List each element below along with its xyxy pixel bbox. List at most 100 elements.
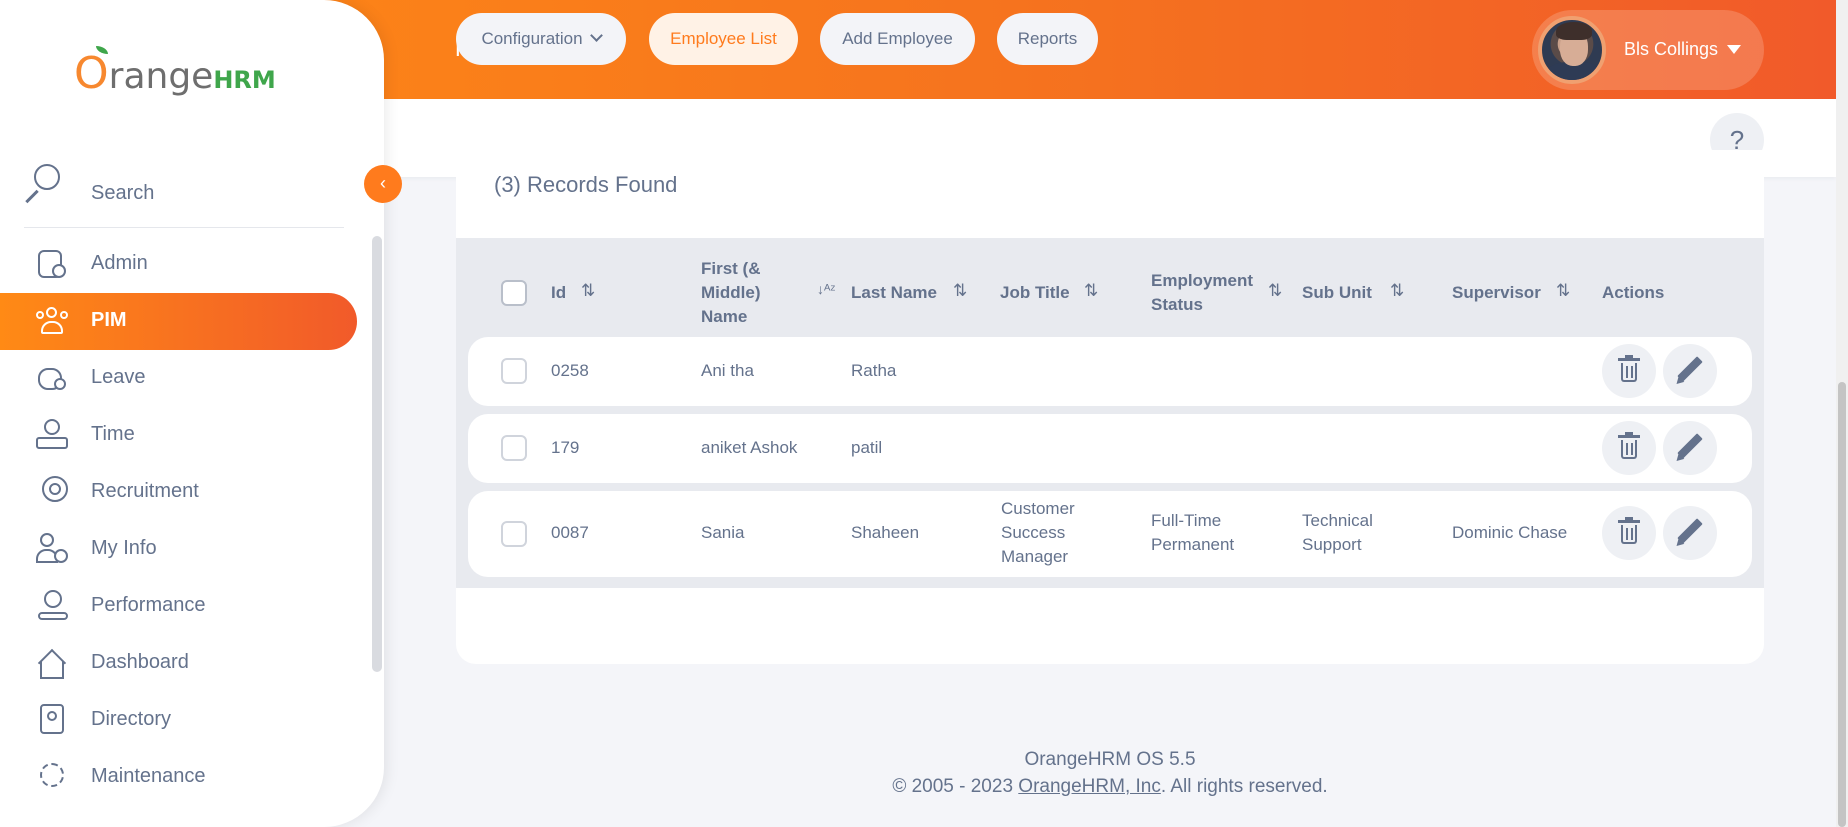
header-first-name-line2[interactable]: Middle) [701, 281, 761, 305]
collapse-sidebar-button[interactable]: ‹ [364, 165, 402, 203]
cell-employment-status-line2: Permanent [1151, 535, 1235, 554]
orangehrm-logo[interactable]: OrangeHRM [74, 46, 276, 99]
delete-button[interactable] [1602, 344, 1656, 398]
sidebar-item-admin[interactable]: Admin [0, 236, 357, 293]
cell-last-name: Ratha [851, 361, 897, 380]
caret-down-icon[interactable] [1727, 45, 1741, 54]
performance-icon [36, 590, 68, 622]
cell-last-name: Shaheen [851, 523, 920, 542]
row-checkbox[interactable] [501, 435, 527, 461]
copyright-prefix: © 2005 - 2023 [892, 776, 1019, 797]
sidebar-search[interactable]: Search [24, 160, 344, 228]
sidebar-item-recruitment[interactable]: Recruitment [0, 464, 357, 521]
maintenance-icon [36, 761, 68, 789]
nav-configuration[interactable]: Configuration [456, 13, 626, 65]
header-employment-status-line2[interactable]: Status [1151, 293, 1203, 317]
sort-icon[interactable]: ⇅ [1084, 281, 1098, 301]
cell-id: 179 [551, 438, 580, 457]
nav-add-employee[interactable]: Add Employee [820, 13, 975, 65]
sidebar-item-label: Performance [91, 594, 206, 616]
sort-az-icon[interactable]: ↓ᴬᶻ [817, 281, 835, 297]
leave-icon [36, 362, 68, 394]
logo-o: O [74, 48, 109, 99]
sort-icon[interactable]: ⇅ [953, 281, 967, 301]
logo-hrm: HRM [213, 66, 276, 94]
cell-sub-unit-line1: Technical [1302, 511, 1373, 530]
copyright-suffix: . All rights reserved. [1160, 776, 1328, 797]
sidebar-item-leave[interactable]: Leave [0, 350, 357, 407]
my-info-icon [36, 533, 68, 565]
sidebar-item-dashboard[interactable]: Dashboard [0, 635, 357, 692]
select-all-checkbox[interactable] [501, 280, 527, 306]
cell-id: 0087 [551, 523, 589, 542]
sidebar-item-label: Admin [91, 252, 148, 274]
cell-first-name: Sania [701, 523, 745, 542]
table-row[interactable] [468, 337, 1752, 406]
cell-supervisor: Dominic Chase [1452, 523, 1568, 542]
sidebar-item-label: PIM [91, 309, 127, 331]
home-icon [36, 647, 68, 679]
sidebar-item-my-info[interactable]: My Info [0, 521, 357, 578]
edit-button[interactable] [1663, 506, 1717, 560]
sidebar: OrangeHRM Search Admin PIM Leave Time Re… [0, 0, 384, 827]
sidebar-item-label: My Info [91, 537, 157, 559]
avatar[interactable] [1538, 16, 1606, 84]
header-id[interactable]: Id [551, 281, 566, 305]
row-checkbox[interactable] [501, 358, 527, 384]
sort-icon[interactable]: ⇅ [1268, 281, 1282, 301]
sidebar-item-label: Recruitment [91, 480, 199, 502]
table-row[interactable] [468, 414, 1752, 483]
nav-employee-list[interactable]: Employee List [649, 13, 798, 65]
search-icon [34, 164, 60, 190]
cell-first-name: aniket Ashok [701, 438, 798, 457]
row-checkbox[interactable] [501, 521, 527, 547]
people-icon [36, 305, 68, 337]
delete-button[interactable] [1602, 506, 1656, 560]
admin-icon [36, 248, 68, 280]
sort-icon[interactable]: ⇅ [1556, 281, 1570, 301]
user-name[interactable]: Bls Collings [1624, 39, 1718, 60]
cell-last-name: patil [851, 438, 883, 457]
header-job-title[interactable]: Job Title [1000, 281, 1070, 305]
directory-icon [36, 704, 68, 736]
sidebar-item-label: Time [91, 423, 135, 445]
records-found: (3) Records Found [494, 172, 678, 197]
sidebar-item-label: Dashboard [91, 651, 189, 673]
header-sub-unit[interactable]: Sub Unit [1302, 281, 1372, 305]
sort-icon[interactable]: ⇅ [1390, 281, 1404, 301]
time-icon [36, 419, 68, 451]
logo-range: range [108, 56, 214, 97]
sidebar-item-pim[interactable]: PIM [0, 293, 357, 350]
sidebar-item-time[interactable]: Time [0, 407, 357, 464]
cell-first-name: Ani tha [701, 361, 754, 380]
sidebar-item-label: Directory [91, 708, 172, 730]
sidebar-item-label: Maintenance [91, 765, 206, 787]
page-scrollbar[interactable] [1836, 0, 1848, 827]
user-menu[interactable]: Bls Collings [1532, 10, 1764, 90]
sidebar-item-label: Leave [91, 366, 146, 388]
header-supervisor[interactable]: Supervisor [1452, 281, 1541, 305]
nav-reports[interactable]: Reports [997, 13, 1098, 65]
sidebar-item-maintenance[interactable]: Maintenance [0, 749, 357, 789]
delete-button[interactable] [1602, 421, 1656, 475]
cell-employment-status-line1: Full-Time [1151, 511, 1222, 530]
cell-job-title-line3: Manager [1001, 547, 1069, 566]
header-first-name-line1[interactable]: First (& [701, 257, 761, 281]
search-label[interactable]: Search [91, 182, 154, 205]
cell-job-title-line2: Success [1001, 523, 1066, 542]
edit-button[interactable] [1663, 344, 1717, 398]
nav-configuration-label: Configuration [481, 29, 583, 48]
sidebar-scrollbar[interactable] [372, 236, 382, 672]
cell-id: 0258 [551, 361, 589, 380]
cell-sub-unit-line2: Support [1302, 535, 1362, 554]
sidebar-item-directory[interactable]: Directory [0, 692, 357, 749]
company-link[interactable]: OrangeHRM, Inc [1018, 776, 1161, 797]
cell-job-title-line1: Customer [1001, 499, 1075, 518]
header-first-name-line3[interactable]: Name [701, 305, 747, 329]
sidebar-item-performance[interactable]: Performance [0, 578, 357, 635]
header-last-name[interactable]: Last Name [851, 281, 937, 305]
page-scrollbar-thumb[interactable] [1838, 382, 1846, 827]
sort-icon[interactable]: ⇅ [581, 281, 595, 301]
edit-button[interactable] [1663, 421, 1717, 475]
header-employment-status-line1[interactable]: Employment [1151, 269, 1253, 293]
